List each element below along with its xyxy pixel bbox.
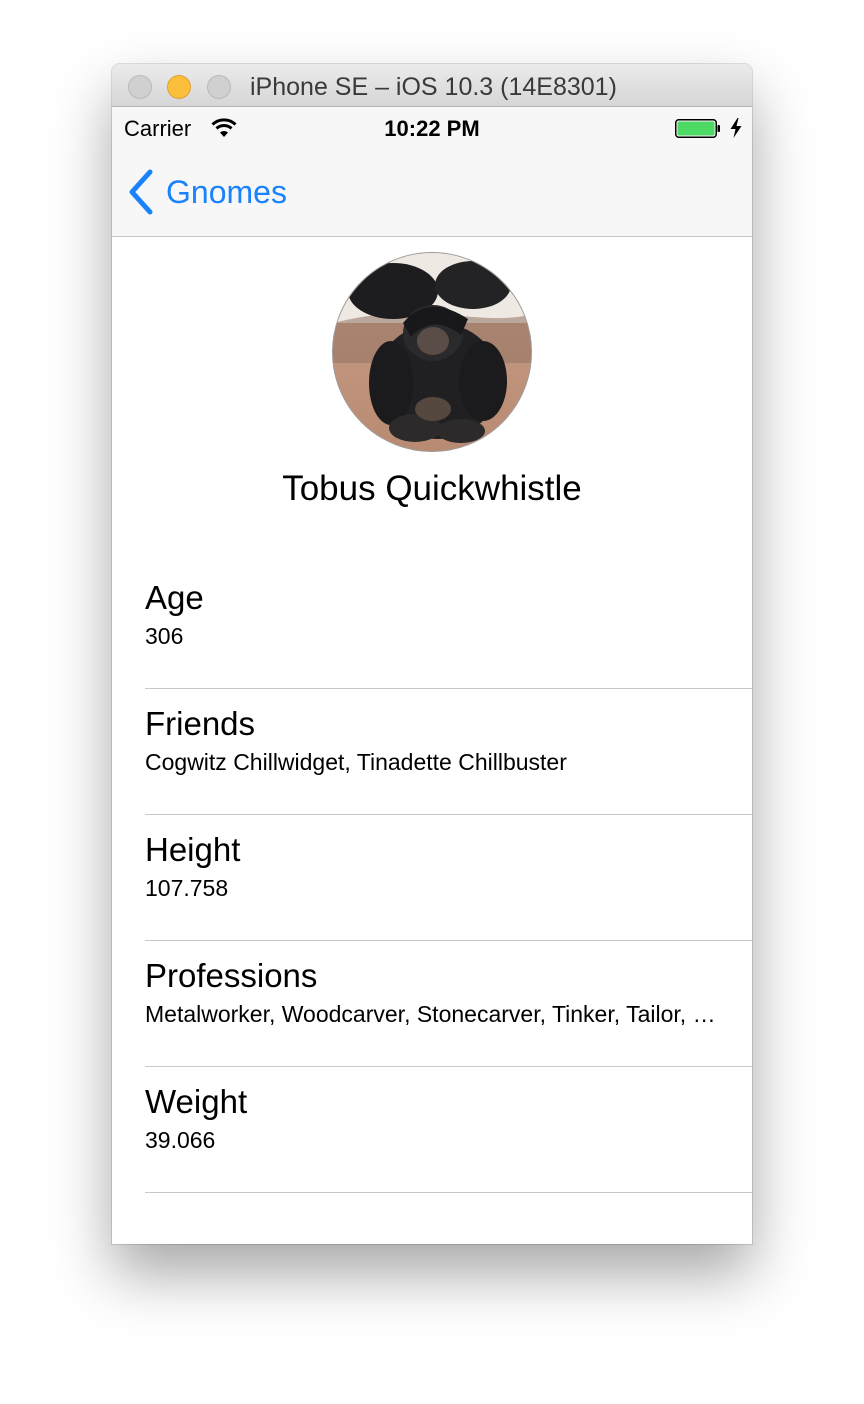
detail-row-weight[interactable]: Weight 39.066 [145, 1067, 752, 1193]
minimize-window-button[interactable] [167, 75, 191, 99]
detail-title: Professions [145, 957, 318, 994]
status-bar: Carrier 10:22 PM [112, 107, 752, 147]
avatar [332, 252, 532, 452]
window-title: iPhone SE – iOS 10.3 (14E8301) [250, 73, 617, 101]
close-window-button[interactable] [128, 75, 152, 99]
detail-row-professions[interactable]: Professions Metalworker, Woodcarver, Sto… [145, 941, 752, 1067]
detail-value: Cogwitz Chillwidget, Tinadette Chillbust… [145, 749, 567, 775]
battery-icon [675, 119, 721, 138]
detail-row-friends[interactable]: Friends Cogwitz Chillwidget, Tinadette C… [145, 689, 752, 815]
detail-value: 39.066 [145, 1127, 216, 1153]
simulator-window: iPhone SE – iOS 10.3 (14E8301) Carrier 1… [112, 64, 752, 1244]
gnome-detail-view: Tobus Quickwhistle Age 306 Friends Cogwi… [112, 237, 752, 1244]
status-time: 10:22 PM [384, 116, 480, 141]
chevron-left-icon [129, 169, 153, 215]
profile-name: Tobus Quickwhistle [282, 469, 582, 508]
detail-value: 306 [145, 623, 184, 649]
detail-title: Weight [145, 1083, 248, 1120]
navigation-bar: Gnomes [112, 147, 752, 237]
detail-row-height[interactable]: Height 107.758 [145, 815, 752, 941]
window-titlebar[interactable]: iPhone SE – iOS 10.3 (14E8301) [112, 64, 752, 107]
back-button[interactable]: Gnomes [126, 167, 287, 217]
detail-value: 107.758 [145, 875, 229, 901]
detail-title: Friends [145, 705, 256, 742]
zoom-window-button[interactable] [207, 75, 231, 99]
desktop-background: iPhone SE – iOS 10.3 (14E8301) Carrier 1… [0, 0, 864, 1404]
back-button-label: Gnomes [166, 173, 287, 210]
detail-title: Height [145, 831, 241, 868]
charging-bolt-icon [729, 118, 743, 138]
detail-row-age[interactable]: Age 306 [145, 563, 752, 689]
detail-value: Metalworker, Woodcarver, Stonecarver, Ti… [145, 1001, 720, 1027]
detail-title: Age [145, 579, 204, 616]
